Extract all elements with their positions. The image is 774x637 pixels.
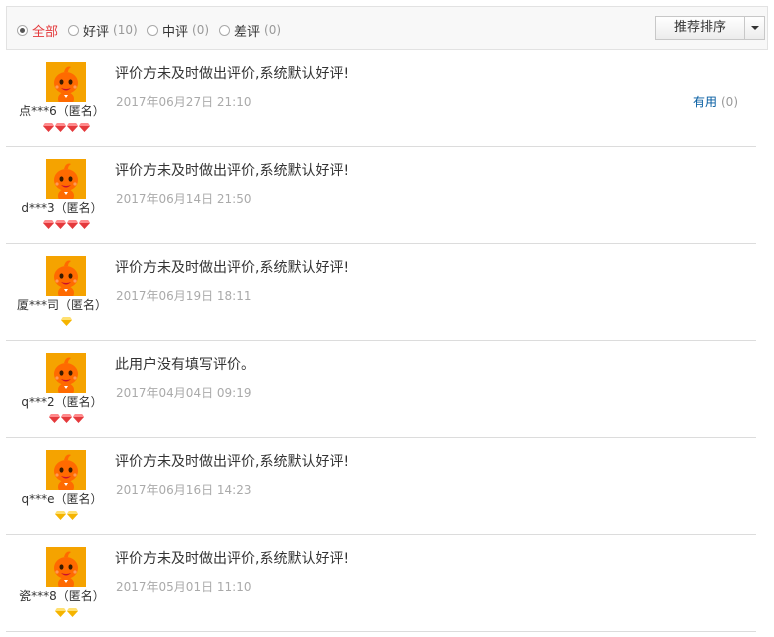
user-name: q***e（匿名） <box>21 492 103 506</box>
red-gem-icon <box>54 220 66 229</box>
review-time: 2017年06月16日 14:23 <box>116 483 252 497</box>
caret-down-icon[interactable] <box>744 16 765 40</box>
useful-count: (0) <box>721 95 738 109</box>
avatar <box>46 62 86 102</box>
red-gem-icon <box>72 414 84 423</box>
user-name: 厦***司（匿名） <box>16 298 107 312</box>
avatar <box>46 159 86 199</box>
radio-selected-icon[interactable] <box>17 24 28 36</box>
review-filter-bar: 全部 好评 (10) 中评 (0) 差评 (0) 推荐排序 <box>6 6 768 50</box>
review-time: 2017年06月14日 21:50 <box>116 192 252 206</box>
gold-gem-icon <box>60 317 72 326</box>
user-level <box>6 317 126 326</box>
user-name: d***3（匿名） <box>21 201 103 215</box>
review-item: 瓷***8（匿名） 评价方未及时做出评价,系统默认好评! 2017年05月01日 1… <box>6 535 756 632</box>
review-content: 评价方未及时做出评价,系统默认好评! <box>115 66 350 82</box>
review-content: 评价方未及时做出评价,系统默认好评! <box>115 551 350 567</box>
review-list: 点***6（匿名） 评价方未及时做出评价,系统默认好评! 2017年06月27日 2… <box>6 50 756 632</box>
gold-gem-icon <box>66 511 78 520</box>
red-gem-icon <box>66 220 78 229</box>
review-content: 评价方未及时做出评价,系统默认好评! <box>115 454 350 470</box>
radio-icon[interactable] <box>147 24 158 36</box>
user-name: 瓷***8（匿名） <box>19 589 105 603</box>
review-time: 2017年06月27日 21:10 <box>116 95 252 109</box>
red-gem-icon <box>78 123 90 132</box>
red-gem-icon <box>42 220 54 229</box>
useful-label[interactable]: 有用 <box>693 95 717 109</box>
filter-all[interactable]: 全部 <box>17 22 59 40</box>
radio-icon[interactable] <box>68 24 79 36</box>
sort-button[interactable]: 推荐排序 <box>655 16 744 40</box>
user-level <box>6 511 126 520</box>
filter-neutral[interactable]: 中评 (0) <box>147 22 210 40</box>
gold-gem-icon <box>66 608 78 617</box>
red-gem-icon <box>42 123 54 132</box>
red-gem-icon <box>66 123 78 132</box>
radio-icon[interactable] <box>219 24 230 36</box>
filter-label: 好评 <box>83 24 110 40</box>
filter-label: 中评 <box>162 24 189 40</box>
red-gem-icon <box>78 220 90 229</box>
user-level <box>6 414 126 423</box>
red-gem-icon <box>54 123 66 132</box>
red-gem-icon <box>48 414 60 423</box>
review-item: 厦***司（匿名） 评价方未及时做出评价,系统默认好评! 2017年06月19日 1… <box>6 244 756 341</box>
gold-gem-icon <box>54 511 66 520</box>
review-item: d***3（匿名） 评价方未及时做出评价,系统默认好评! 2017年06月14日 2… <box>6 147 756 244</box>
red-gem-icon <box>60 414 72 423</box>
review-content: 评价方未及时做出评价,系统默认好评! <box>115 260 350 276</box>
filter-negative[interactable]: 差评 (0) <box>219 22 282 40</box>
user-name: q***2（匿名） <box>21 395 103 409</box>
review-item: q***2（匿名） 此用户没有填写评价。 2017年04月04日 09:19 <box>6 341 756 438</box>
user-level <box>6 608 126 617</box>
filter-count: (0) <box>192 23 210 37</box>
review-time: 2017年06月19日 18:11 <box>116 289 252 303</box>
filter-positive[interactable]: 好评 (10) <box>68 22 138 40</box>
review-time: 2017年05月01日 11:10 <box>116 580 252 594</box>
filter-label: 全部 <box>32 24 59 40</box>
review-content: 此用户没有填写评价。 <box>115 357 255 373</box>
user-name: 点***6（匿名） <box>19 104 105 118</box>
avatar <box>46 256 86 296</box>
filter-label: 差评 <box>234 24 261 40</box>
avatar <box>46 450 86 490</box>
useful-link[interactable]: 有用 (0) <box>693 93 738 110</box>
review-item: q***e（匿名） 评价方未及时做出评价,系统默认好评! 2017年06月16日 1… <box>6 438 756 535</box>
review-item: 点***6（匿名） 评价方未及时做出评价,系统默认好评! 2017年06月27日 2… <box>6 50 756 147</box>
gold-gem-icon <box>54 608 66 617</box>
filter-count: (10) <box>113 23 138 37</box>
filter-count: (0) <box>264 23 282 37</box>
review-time: 2017年04月04日 09:19 <box>116 386 252 400</box>
avatar <box>46 547 86 587</box>
avatar <box>46 353 86 393</box>
user-level <box>6 123 126 132</box>
user-level <box>6 220 126 229</box>
review-content: 评价方未及时做出评价,系统默认好评! <box>115 163 350 179</box>
